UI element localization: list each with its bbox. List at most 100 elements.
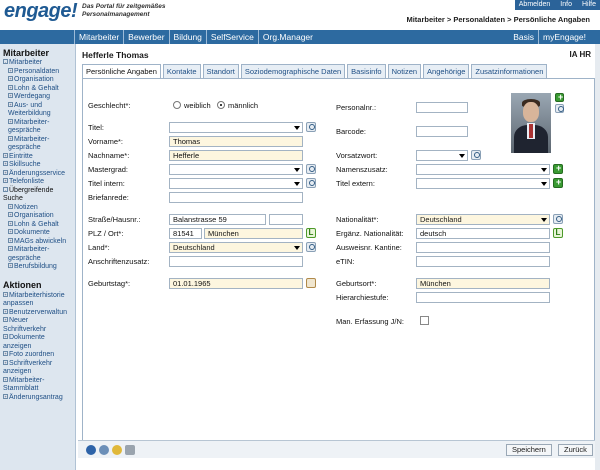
sidebar-item[interactable]: + Werdegang	[0, 93, 75, 102]
ort-input[interactable]: München	[204, 228, 303, 239]
sidebar-item[interactable]: + Änderungsservice	[0, 169, 75, 179]
namenszusatz-select[interactable]	[416, 164, 550, 175]
expand-icon: +	[8, 237, 13, 243]
geburtsort-input[interactable]: München	[416, 278, 550, 289]
sidebar-action[interactable]: + Mitarbeiterhistorie anpassen	[0, 291, 75, 309]
titel-extern-select[interactable]	[416, 178, 550, 189]
sidebar-item[interactable]: + Organisation	[0, 76, 75, 85]
help-link[interactable]: Hilfe	[582, 0, 596, 10]
logout-link[interactable]: Abmelden	[519, 0, 551, 10]
sidebar-item[interactable]: + Notizen	[0, 203, 75, 213]
tab-persoenliche-angaben[interactable]: Persönliche Angaben	[82, 64, 161, 79]
sidebar-action[interactable]: + Schriftverkehr anzeigen	[0, 359, 75, 377]
hierarchiestufe-input[interactable]	[416, 292, 550, 303]
anschriftenzusatz-label: Anschriftenzusatz:	[88, 257, 150, 266]
gender-female-radio[interactable]	[173, 101, 181, 109]
photo-options-icon[interactable]	[555, 104, 564, 113]
sidebar-item[interactable]: + Personaldaten	[0, 67, 75, 77]
tab-soziodemographische-daten[interactable]: Soziodemographische Daten	[240, 64, 346, 78]
nationalitaet-lookup-icon[interactable]	[553, 214, 563, 224]
sidebar-action-label: Schriftverkehr anzeigen	[3, 359, 53, 376]
info-link[interactable]: Info	[560, 0, 572, 10]
nav-basis[interactable]: Basis	[509, 30, 538, 44]
sidebar-item[interactable]: + Aus- und Weiterbildung	[0, 101, 75, 119]
sidebar-item[interactable]: + Lohn & Gehalt	[0, 84, 75, 94]
tab-kontakte[interactable]: Kontakte	[162, 64, 201, 78]
nav-myengage[interactable]: myEngage!	[538, 30, 590, 44]
titel-lookup-icon[interactable]	[306, 122, 316, 132]
ort-lookup-icon[interactable]: L	[306, 228, 316, 238]
nav-bildung[interactable]: Bildung	[168, 30, 206, 44]
sidebar-item[interactable]: - Übergreifende Suche	[0, 186, 75, 204]
sidebar-action[interactable]: + Neuer Schriftverkehr	[0, 317, 75, 334]
settings-icon[interactable]	[99, 445, 109, 455]
sidebar-item[interactable]: + Lohn & Gehalt	[0, 220, 75, 230]
mastergrad-lookup-icon[interactable]	[306, 164, 316, 174]
strasse-input[interactable]: Balanstrasse 59	[169, 214, 266, 225]
sidebar-item[interactable]: + Eintritte	[0, 152, 75, 162]
sidebar-item-label: Mitarbeiter-gespräche	[8, 118, 50, 135]
nav-selfservice[interactable]: SelfService	[205, 30, 258, 44]
land-select[interactable]: Deutschland	[169, 242, 303, 253]
nationalitaet-select[interactable]: Deutschland	[416, 214, 550, 225]
etin-input[interactable]	[416, 256, 550, 267]
calendar-icon[interactable]	[306, 278, 316, 288]
vorsatzwort-select[interactable]	[416, 150, 468, 161]
sidebar-action[interactable]: + Foto zuordnen	[0, 351, 75, 360]
tab-angehoerige[interactable]: Angehörige	[423, 64, 470, 78]
tab-basisinfo[interactable]: Basisinfo	[347, 64, 386, 78]
sidebar-item[interactable]: + Telefonliste	[0, 178, 75, 187]
sidebar-action[interactable]: + Änderungsantrag	[0, 393, 75, 403]
nav-bewerber[interactable]: Bewerber	[123, 30, 168, 44]
sidebar-item[interactable]: + Mitarbeiter-gespräche	[0, 246, 75, 263]
sidebar-item[interactable]: + Mitarbeiter-gespräche	[0, 118, 75, 136]
sidebar-item[interactable]: + Mitarbeiter-gespräche	[0, 135, 75, 153]
sidebar-action-label: Foto zuordnen	[9, 351, 55, 358]
nav-mitarbeiter[interactable]: Mitarbeiter	[74, 30, 123, 44]
print-icon[interactable]	[125, 445, 135, 455]
nav-orgmanager[interactable]: Org.Manager	[257, 30, 317, 44]
sidebar-action[interactable]: + Dokumente anzeigen	[0, 334, 75, 351]
add-photo-icon[interactable]	[555, 92, 564, 102]
sidebar-item[interactable]: + MAGs abwickeln	[0, 237, 75, 247]
briefanrede-input[interactable]	[169, 192, 303, 203]
sidebar-action-label: Benutzerverwaltun	[9, 308, 67, 316]
tab-standort[interactable]: Standort	[202, 64, 239, 78]
sidebar-item[interactable]: + Berufsbildung	[0, 263, 75, 272]
plz-input[interactable]: 81541	[169, 228, 202, 239]
ergaenz-nationalitaet-lookup-icon[interactable]: L	[553, 228, 563, 238]
sidebar-item[interactable]: + Dokumente	[0, 229, 75, 238]
sidebar-item[interactable]: + Skillsuche	[0, 161, 75, 170]
man-erfassung-checkbox[interactable]	[420, 316, 429, 325]
sidebar-item[interactable]: - Mitarbeiter	[0, 59, 75, 68]
personalnr-input[interactable]	[416, 102, 468, 113]
vorsatzwort-lookup-icon[interactable]	[471, 150, 481, 160]
action-icon: +	[3, 291, 8, 297]
titel-select[interactable]	[169, 122, 303, 133]
user-icon[interactable]	[112, 445, 122, 455]
tab-zusatzinformationen[interactable]: Zusatzinformationen	[471, 64, 548, 78]
right-scrollbar[interactable]	[595, 44, 600, 470]
tab-notizen[interactable]: Notizen	[387, 64, 422, 78]
mastergrad-select[interactable]	[169, 164, 303, 175]
sidebar-action[interactable]: + Benutzerverwaltun	[0, 308, 75, 318]
add-namenszusatz-icon[interactable]	[553, 163, 563, 174]
ausweisnr-input[interactable]	[416, 242, 550, 253]
barcode-input[interactable]	[416, 126, 468, 137]
sidebar-item[interactable]: + Organisation	[0, 212, 75, 221]
titel-intern-select[interactable]	[169, 178, 303, 189]
anschriftenzusatz-input[interactable]	[169, 256, 303, 267]
hausnr-input[interactable]	[269, 214, 303, 225]
gender-male-radio[interactable]	[217, 101, 225, 109]
titel-intern-lookup-icon[interactable]	[306, 178, 316, 188]
save-button[interactable]: Speichern	[506, 444, 552, 456]
ergaenz-nationalitaet-input[interactable]: deutsch	[416, 228, 550, 239]
info-icon[interactable]	[86, 445, 96, 455]
add-titel-extern-icon[interactable]	[553, 177, 563, 188]
geburtstag-input[interactable]: 01.01.1965	[169, 278, 303, 289]
sidebar-action[interactable]: + Mitarbeiter-Stammblatt	[0, 376, 75, 394]
back-button[interactable]: Zurück	[558, 444, 593, 456]
vorname-input[interactable]: Thomas	[169, 136, 303, 147]
nachname-input[interactable]: Hefferle	[169, 150, 303, 161]
land-lookup-icon[interactable]	[306, 242, 316, 252]
